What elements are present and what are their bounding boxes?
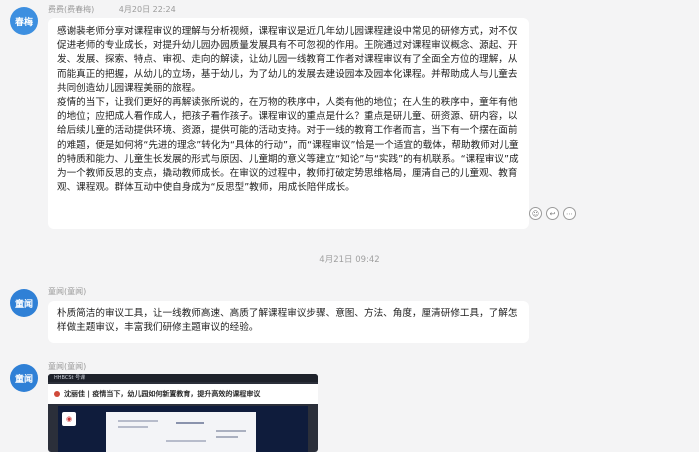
message-paragraph: 疫情的当下，让我们更好的再解读张所说的，在万物的秩序中，人类有他的地位；在人生的…	[57, 97, 519, 194]
message-meta: 童闻(童闻)	[48, 286, 86, 297]
date-divider: 4月21日 09:42	[319, 255, 380, 265]
message-bubble[interactable]: 朴质简洁的审议工具，让一线教师高速、高质了解课程审议步骤、意图、方法、角度，厘清…	[48, 301, 529, 343]
shared-screenshot-image[interactable]: HHBCSt 号课 沈丽佳 | 疫情当下，幼儿园如何新置教育，提升高效的课程审议…	[48, 374, 318, 452]
screenshot-titlebar: HHBCSt 号课	[48, 374, 318, 382]
message-paragraph: 感谢裴老师分享对课程审议的理解与分析视频，课程审议是近几年幼儿园课程建设中常见的…	[57, 26, 518, 94]
sender-name[interactable]: 童闻(童闻)	[48, 362, 86, 371]
record-icon	[54, 391, 60, 397]
sender-name[interactable]: 费费(费春梅)	[48, 5, 94, 14]
avatar-label: 童闻	[14, 374, 33, 385]
message-meta: 费费(费春梅) 4月20日 22:24	[48, 4, 176, 15]
emoji-icon[interactable]: ☺	[529, 207, 542, 220]
reaction-bar: ☺ ↩ ⋯	[529, 207, 589, 225]
slide-panel	[106, 412, 256, 452]
screenshot-slide: ◉	[58, 406, 308, 452]
more-icon[interactable]: ⋯	[563, 207, 576, 220]
screenshot-banner: 沈丽佳 | 疫情当下，幼儿园如何新置教育，提升高效的课程审议	[48, 384, 318, 404]
message-bubble[interactable]: 感谢裴老师分享对课程审议的理解与分析视频，课程审议是近几年幼儿园课程建设中常见的…	[48, 18, 529, 229]
avatar[interactable]: 童闻	[10, 289, 38, 317]
sender-name[interactable]: 童闻(童闻)	[48, 287, 86, 296]
avatar[interactable]: 童闻	[10, 364, 38, 392]
reply-icon[interactable]: ↩	[546, 207, 559, 220]
logo-icon: ◉	[62, 412, 76, 426]
avatar[interactable]: 春梅	[10, 7, 38, 35]
avatar-label: 春梅	[14, 17, 33, 28]
message-text: 朴质简洁的审议工具，让一线教师高速、高质了解课程审议步骤、意图、方法、角度，厘清…	[57, 308, 518, 334]
avatar-label: 童闻	[14, 299, 33, 310]
message-time: 4月20日 22:24	[118, 5, 176, 14]
screenshot-banner-text: 沈丽佳 | 疫情当下，幼儿园如何新置教育，提升高效的课程审议	[64, 390, 261, 398]
message-meta: 童闻(童闻)	[48, 361, 86, 372]
